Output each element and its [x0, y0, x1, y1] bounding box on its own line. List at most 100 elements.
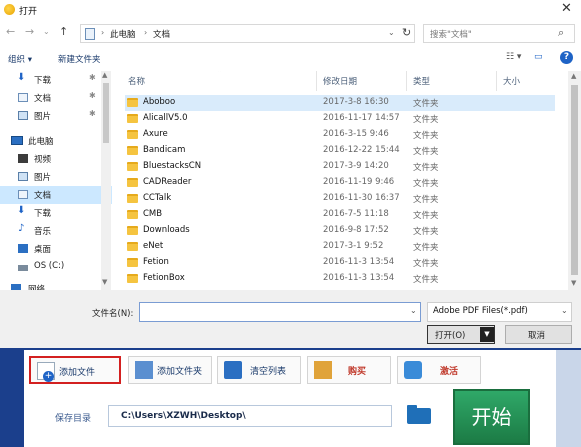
nav-item-desktop[interactable]: 桌面	[0, 240, 112, 258]
nav-scrollbar[interactable]: ▲ ▼	[101, 71, 111, 290]
help-icon[interactable]: ?	[560, 51, 573, 64]
file-row[interactable]: FetionBox 2016-11-3 13:54 文件夹	[125, 271, 555, 287]
file-row[interactable]: Downloads 2016-9-8 17:52 文件夹	[125, 223, 555, 239]
column-header-date[interactable]: 修改日期	[323, 75, 357, 87]
nav-item-videos[interactable]: 视频	[0, 150, 112, 168]
file-date: 2016-11-30 16:37	[323, 193, 400, 203]
file-type: 文件夹	[413, 163, 439, 173]
clear-list-button[interactable]: 清空列表	[217, 356, 301, 384]
search-input[interactable]: 搜索"文档" ⌕	[423, 24, 575, 43]
view-options-icon[interactable]: ☷ ▾	[506, 52, 521, 62]
folder-icon	[127, 162, 138, 171]
address-bar[interactable]: › 此电脑 › 文档 ⌄ ↻	[80, 24, 415, 43]
nav-item-label: 音乐	[34, 227, 52, 237]
desktop-icon	[18, 244, 28, 253]
new-folder-button[interactable]: 新建文件夹	[58, 53, 101, 65]
pin-icon[interactable]: ✱	[89, 91, 96, 100]
dialog-footer: 文件名(N): ⌄ Adobe PDF Files(*.pdf) ⌄ 打开(O)…	[0, 290, 581, 348]
save-path-input[interactable]: C:\Users\XZWH\Desktop\	[108, 405, 392, 427]
file-row[interactable]: CCTalk 2016-11-30 16:37 文件夹	[125, 191, 555, 207]
nav-item-documents-pc[interactable]: 文档	[0, 186, 112, 204]
add-file-button[interactable]: + 添加文件	[29, 356, 121, 384]
column-header-name[interactable]: 名称	[128, 75, 145, 87]
preview-pane-icon[interactable]: ▭	[534, 52, 543, 62]
filename-input[interactable]: ⌄	[139, 302, 421, 322]
activate-button[interactable]: 激活	[397, 356, 481, 384]
file-date: 2016-11-19 9:46	[323, 177, 395, 187]
file-type: 文件夹	[413, 147, 439, 157]
file-row[interactable]: AlicallV5.0 2016-11-17 14:57 文件夹	[125, 111, 555, 127]
file-name: FetionBox	[143, 273, 185, 283]
picture-icon	[18, 111, 28, 120]
file-row[interactable]: Axure 2016-3-15 9:46 文件夹	[125, 127, 555, 143]
file-type: 文件夹	[413, 131, 439, 141]
file-type: 文件夹	[413, 227, 439, 237]
column-header-type[interactable]: 类型	[413, 75, 430, 87]
scroll-down-icon[interactable]: ▼	[571, 279, 576, 287]
breadcrumb-documents[interactable]: 文档	[153, 28, 170, 40]
open-dropdown-icon[interactable]: ▼	[480, 327, 494, 342]
file-row[interactable]: CMB 2016-7-5 11:18 文件夹	[125, 207, 555, 223]
file-type: 文件夹	[413, 275, 439, 285]
buy-button[interactable]: 购买	[307, 356, 391, 384]
folder-icon	[127, 178, 138, 187]
back-icon[interactable]: ←	[6, 25, 15, 38]
file-row[interactable]: eNet 2017-3-1 9:52 文件夹	[125, 239, 555, 255]
file-date: 2016-3-15 9:46	[323, 129, 389, 139]
file-type: 文件夹	[413, 99, 439, 109]
add-file-label: 添加文件	[59, 368, 96, 378]
nav-item-music[interactable]: ♪ 音乐	[0, 222, 112, 240]
document-icon	[18, 93, 28, 102]
address-dropdown-icon[interactable]: ⌄	[388, 28, 395, 37]
filetype-select[interactable]: Adobe PDF Files(*.pdf) ⌄	[427, 302, 572, 322]
scroll-up-icon[interactable]: ▲	[571, 72, 576, 80]
nav-item-downloads-pc[interactable]: ⬇ 下载	[0, 204, 112, 222]
start-button[interactable]: 开始	[453, 389, 530, 445]
close-icon[interactable]: ✕	[561, 1, 572, 16]
file-row[interactable]: BluestacksCN 2017-3-9 14:20 文件夹	[125, 159, 555, 175]
file-row[interactable]: Bandicam 2016-12-22 15:44 文件夹	[125, 143, 555, 159]
open-button[interactable]: 打开(O) ▼	[427, 325, 495, 344]
nav-item-this-pc[interactable]: 此电脑	[0, 132, 112, 150]
filename-dropdown-icon[interactable]: ⌄	[410, 306, 417, 315]
file-row[interactable]: Fetion 2016-11-3 13:54 文件夹	[125, 255, 555, 271]
file-date: 2016-12-22 15:44	[323, 145, 400, 155]
file-list-scrollbar[interactable]: ▲ ▼	[568, 71, 581, 290]
recent-chevron-icon[interactable]: ⌄	[43, 27, 50, 36]
scroll-down-icon[interactable]: ▼	[102, 278, 107, 286]
pin-icon[interactable]: ✱	[89, 73, 96, 82]
activate-label: 激活	[440, 367, 459, 377]
breadcrumb-separator-icon: ›	[101, 28, 105, 37]
command-bar: 组织 ▾ 新建文件夹 ☷ ▾ ▭ ?	[0, 49, 581, 69]
nav-item-network[interactable]: 网络	[0, 280, 112, 290]
file-row[interactable]: Aboboo 2017-3-8 16:30 文件夹	[125, 95, 555, 111]
nav-item-drive-c[interactable]: OS (C:)	[0, 258, 112, 276]
file-name: eNet	[143, 241, 164, 251]
nav-item-pictures[interactable]: 图片 ✱	[0, 107, 112, 125]
file-name: CCTalk	[143, 193, 172, 203]
breadcrumb-this-pc[interactable]: 此电脑	[110, 28, 136, 40]
nav-item-pictures-pc[interactable]: 图片	[0, 168, 112, 186]
scrollbar-thumb[interactable]	[103, 83, 109, 143]
add-folder-button[interactable]: 添加文件夹	[128, 356, 212, 384]
nav-item-downloads[interactable]: ⬇ 下载 ✱	[0, 71, 112, 89]
scroll-up-icon[interactable]: ▲	[102, 71, 107, 79]
file-date: 2016-9-8 17:52	[323, 225, 389, 235]
nav-item-label: 文档	[34, 94, 52, 104]
download-icon: ⬇	[17, 205, 26, 216]
nav-item-documents[interactable]: 文档 ✱	[0, 89, 112, 107]
file-name: Downloads	[143, 225, 190, 235]
browse-folder-icon[interactable]	[407, 404, 431, 426]
file-date: 2016-11-3 13:54	[323, 257, 395, 267]
file-row[interactable]: CADReader 2016-11-19 9:46 文件夹	[125, 175, 555, 191]
organize-button[interactable]: 组织 ▾	[8, 53, 32, 65]
forward-icon[interactable]: →	[25, 25, 34, 38]
column-header-size[interactable]: 大小	[503, 75, 520, 87]
cancel-button[interactable]: 取消	[505, 325, 572, 344]
filetype-dropdown-icon[interactable]: ⌄	[561, 306, 568, 315]
scrollbar-thumb[interactable]	[571, 85, 578, 275]
up-icon[interactable]: ↑	[59, 25, 68, 38]
pin-icon[interactable]: ✱	[89, 109, 96, 118]
refresh-icon[interactable]: ↻	[402, 26, 411, 39]
window-title: 打开	[19, 7, 38, 17]
